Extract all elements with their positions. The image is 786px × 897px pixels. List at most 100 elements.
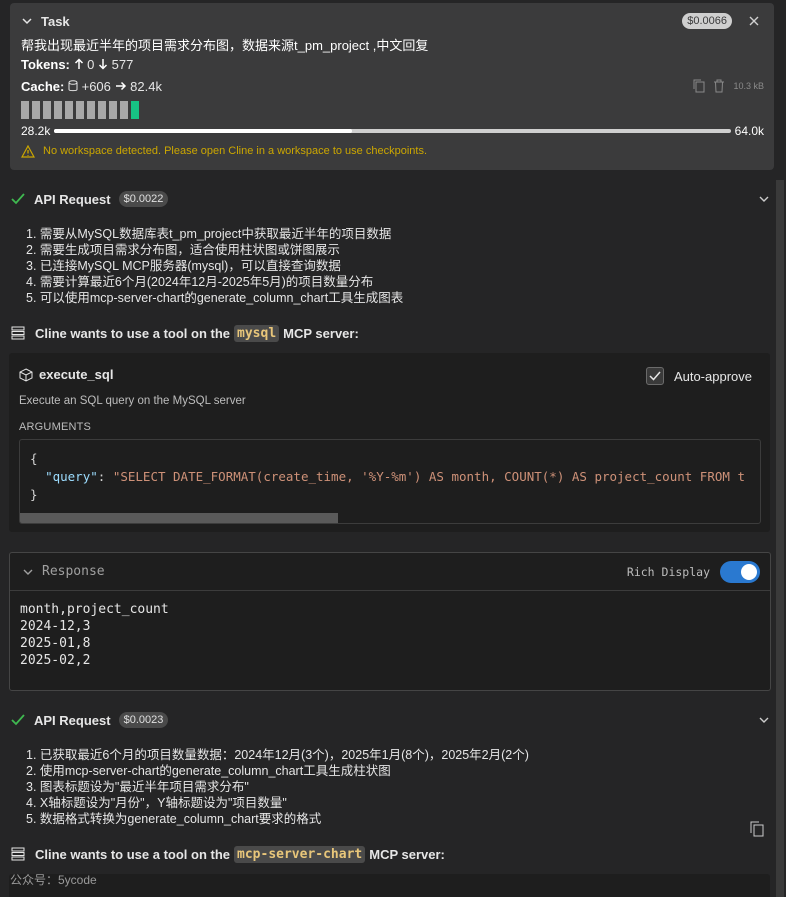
list-item: 1. 需要从MySQL数据库表t_pm_project中获取最近半年的项目数据 [26, 227, 392, 241]
mcp-server-name: mcp-server-chart [234, 845, 366, 863]
check-icon [649, 371, 661, 381]
list-item: 5. 数据格式转换为generate_column_chart要求的格式 [26, 812, 322, 826]
list-item: 4. 需要计算最近6个月(2024年12月-2025年5月)的项目数量分布 [26, 275, 374, 289]
chevron-down-icon[interactable] [758, 193, 770, 205]
rich-display[interactable]: Rich Display [626, 560, 760, 583]
api-request-title: API Request [34, 191, 111, 207]
mcp-prefix: Cline wants to use a tool on the [35, 846, 231, 862]
tool-name-row: execute_sql [19, 367, 113, 382]
segment [87, 101, 95, 119]
response-header[interactable]: Response Rich Display [10, 553, 770, 591]
mcp-tool-request-header: Cline wants to use a tool on the mcp-ser… [11, 844, 445, 864]
api-request-row[interactable]: API Request $0.0023 [10, 709, 770, 731]
mcp-suffix: MCP server: [283, 325, 359, 341]
segment-active [131, 101, 139, 119]
list-item: 2. 使用mcp-server-chart的generate_column_ch… [26, 764, 391, 778]
close-icon[interactable] [748, 15, 760, 27]
context-max: 64.0k [734, 124, 764, 138]
mcp-suffix: MCP server: [369, 846, 445, 862]
response-body: month,project_count 2024-12,3 2025-01,8 202… [10, 591, 770, 679]
arrow-up-icon [74, 58, 83, 69]
context-fill [54, 129, 352, 133]
api-request-cost: $0.0022 [118, 191, 169, 207]
arrow-right-icon [115, 81, 126, 91]
vertical-scrollbar[interactable] [776, 180, 784, 897]
segment [54, 101, 62, 119]
arguments-label: ARGUMENTS [19, 421, 92, 433]
cache-label: Cache: [21, 78, 65, 94]
segment [43, 101, 51, 119]
list-item: 3. 图表标题设为"最近半年项目需求分布" [26, 780, 249, 794]
copy-icon[interactable] [750, 821, 764, 837]
segment [32, 101, 40, 119]
segment [76, 101, 84, 119]
chevron-down-icon[interactable] [21, 15, 33, 27]
trash-icon[interactable] [713, 79, 725, 93]
rich-display-label: Rich Display [626, 564, 710, 579]
watermark: 公众号：5ycode [10, 873, 97, 887]
context-track [54, 129, 731, 133]
mcp-tool-card [9, 874, 770, 897]
arrow-down-icon [98, 59, 108, 70]
chevron-down-icon[interactable] [758, 714, 770, 726]
segment [65, 101, 73, 119]
toggle-knob [741, 563, 757, 580]
api-request-steps: 1. 需要从MySQL数据库表t_pm_project中获取最近半年的项目数据 … [26, 226, 403, 306]
arguments-code[interactable]: { "query": "SELECT DATE_FORMAT(create_ti… [19, 439, 761, 524]
rich-display-toggle[interactable] [720, 560, 760, 583]
cache-row: Cache: +606 82.4k 10.3 kB [21, 75, 764, 97]
segment [120, 101, 128, 119]
response-line: 2025-01,8 [20, 636, 91, 651]
task-size: 10.3 kB [733, 81, 764, 91]
list-item: 1. 已获取最近6个月的项目数量数据：2024年12月(3个)，2025年1月(… [26, 748, 529, 762]
context-used: 28.2k [21, 124, 51, 138]
task-cost-badge: $0.0066 [682, 13, 732, 29]
chevron-down-icon[interactable] [22, 566, 34, 578]
list-item: 4. X轴标题设为"月份"，Y轴标题设为"项目数量" [26, 796, 287, 810]
mcp-tool-card: execute_sql Auto-approve Execute an SQL … [9, 353, 770, 532]
tokens-row: Tokens: 0 577 [21, 53, 764, 75]
context-segments [21, 101, 764, 119]
task-text: 帮我出现最近半年的项目需求分布图，数据来源t_pm_project ,中文回复 [21, 38, 429, 53]
list-item: 3. 已连接MySQL MCP服务器(mysql)，可以直接查询数据 [26, 259, 341, 273]
response-label: Response [42, 564, 105, 579]
workspace-warning: No workspace detected. Please open Cline… [21, 143, 764, 159]
api-request-row[interactable]: API Request $0.0022 [10, 188, 770, 210]
auto-approve[interactable]: Auto-approve [645, 367, 752, 385]
cache-read: 82.4k [130, 78, 162, 94]
list-item: 5. 可以使用mcp-server-chart的generate_column_… [26, 291, 404, 305]
mcp-prefix: Cline wants to use a tool on the [35, 325, 231, 341]
segment [98, 101, 106, 119]
api-request-cost: $0.0023 [118, 712, 169, 728]
segment [21, 101, 29, 119]
tool-name: execute_sql [39, 367, 114, 382]
package-icon [19, 367, 33, 382]
context-window-bar: 28.2k 64.0k [21, 122, 764, 140]
response-line: month,project_count [20, 602, 169, 617]
copy-icon[interactable] [693, 79, 705, 93]
auto-approve-label: Auto-approve [673, 368, 752, 384]
code-key: "query" [45, 469, 98, 484]
task-panel: Task $0.0066 帮我出现最近半年的项目需求分布图，数据来源t_pm_p… [10, 3, 774, 170]
horizontal-scrollbar[interactable] [20, 513, 338, 523]
server-icon [11, 326, 25, 340]
mcp-server-name: mysql [234, 324, 280, 342]
api-request-title: API Request [34, 712, 111, 728]
response-line: 2025-02,2 [20, 653, 91, 668]
response-line: 2024-12,3 [20, 619, 91, 634]
check-icon [11, 193, 25, 205]
server-icon [11, 847, 25, 861]
auto-approve-checkbox[interactable] [645, 367, 664, 385]
response-panel: Response Rich Display month,project_coun… [9, 552, 771, 691]
task-title: Task [41, 13, 70, 29]
list-item: 2. 需要生成项目需求分布图，适合使用柱状图或饼图展示 [26, 243, 340, 257]
warning-text: No workspace detected. Please open Cline… [43, 145, 427, 157]
segment [109, 101, 117, 119]
check-icon [11, 714, 25, 726]
api-request-steps: 1. 已获取最近6个月的项目数量数据：2024年12月(3个)，2025年1月(… [26, 747, 529, 827]
database-icon [68, 80, 78, 92]
mcp-tool-request-header: Cline wants to use a tool on the mysql M… [11, 323, 359, 343]
code-value: "SELECT DATE_FORMAT(create_time, '%Y-%m'… [112, 469, 745, 484]
warning-icon [21, 144, 35, 158]
cache-write: +606 [81, 78, 111, 94]
